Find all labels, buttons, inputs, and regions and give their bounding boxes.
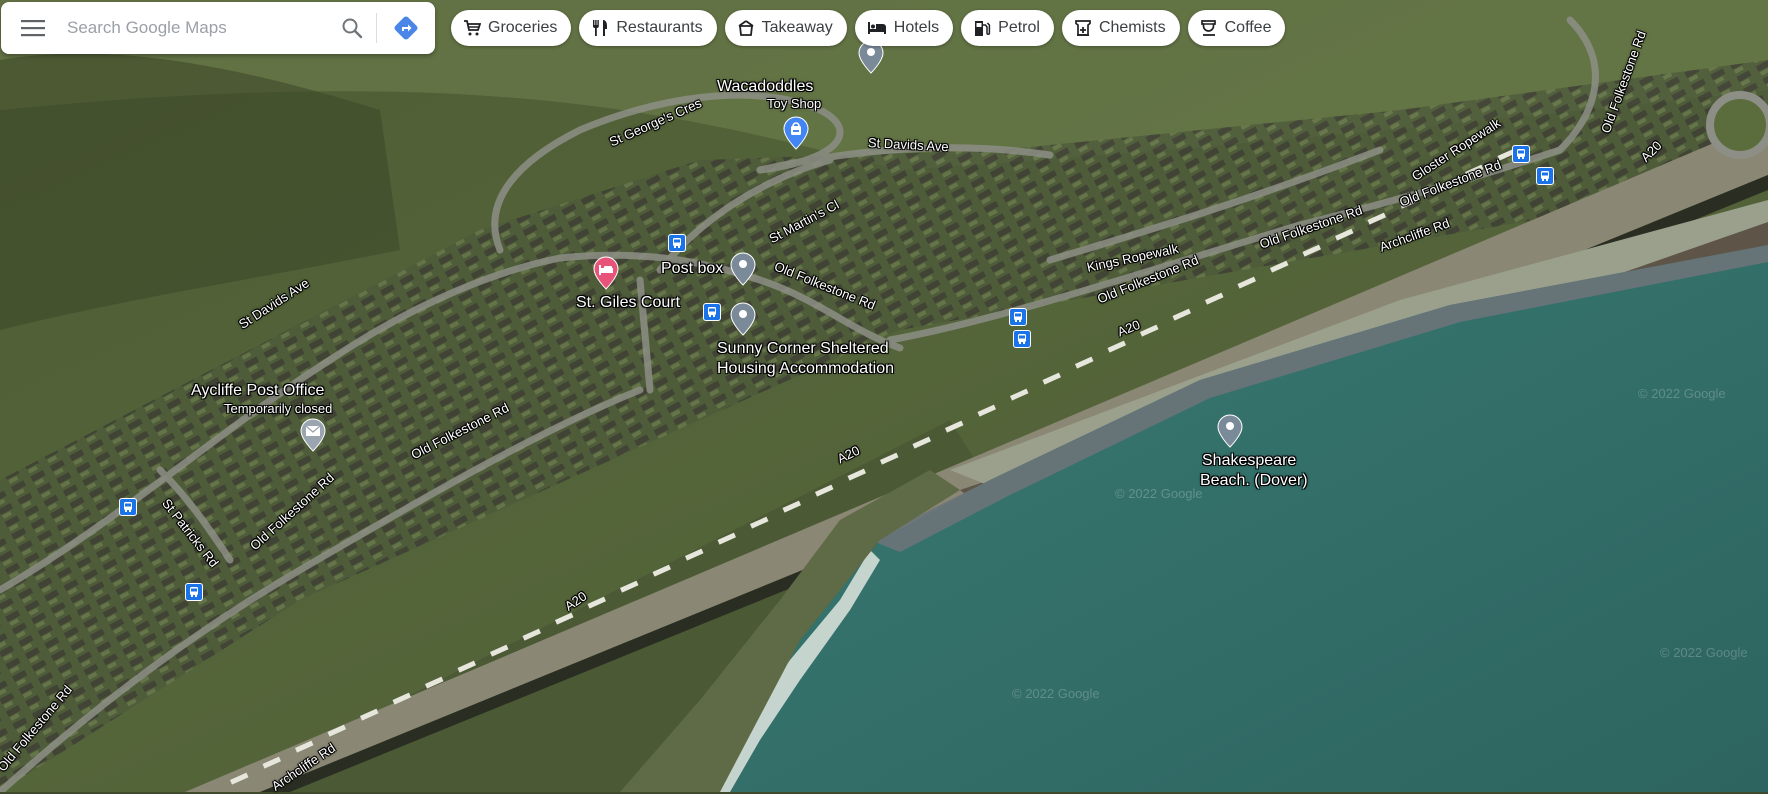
copyright-watermark: © 2022 Google <box>1660 645 1748 660</box>
magnifier-icon <box>342 18 363 39</box>
chip-coffee[interactable]: Coffee <box>1187 10 1286 46</box>
chip-groceries[interactable]: Groceries <box>451 10 572 46</box>
bus-stop-icon[interactable] <box>1013 330 1031 348</box>
place-label-st-giles-court[interactable]: St. Giles Court <box>576 294 680 312</box>
search-button[interactable] <box>328 2 376 54</box>
category-chips: Groceries Restaurants Takeaway Hotels Pe… <box>451 10 1286 46</box>
menu-button[interactable] <box>1 2 65 54</box>
place-label-sunny-corner[interactable]: Sunny Corner Sheltered <box>717 340 889 358</box>
chip-label: Coffee <box>1224 19 1272 36</box>
place-label-sunny-corner-line2[interactable]: Housing Accommodation <box>717 360 894 378</box>
chip-label: Takeaway <box>761 19 833 36</box>
directions-icon <box>394 16 418 40</box>
chip-label: Groceries <box>488 19 558 36</box>
chip-label: Hotels <box>893 19 940 36</box>
place-category-toy-shop: Toy Shop <box>767 96 822 111</box>
bus-stop-icon[interactable] <box>1512 145 1530 163</box>
takeaway-bag-icon <box>738 20 754 36</box>
chip-label: Restaurants <box>616 19 703 36</box>
shopping-cart-icon <box>464 20 481 36</box>
shop-pin-icon[interactable] <box>783 116 809 150</box>
fork-knife-icon <box>593 20 608 36</box>
beach-pin-icon[interactable] <box>1217 414 1243 448</box>
search-box <box>1 2 435 54</box>
bus-stop-icon[interactable] <box>668 234 686 252</box>
chip-label: Petrol <box>998 19 1040 36</box>
chip-takeaway[interactable]: Takeaway <box>724 10 847 46</box>
roundabout <box>1706 91 1768 159</box>
place-label-shakespeare-beach[interactable]: Shakespeare <box>1202 452 1296 470</box>
hamburger-menu-icon <box>21 20 45 37</box>
chip-hotels[interactable]: Hotels <box>854 10 954 46</box>
chip-restaurants[interactable]: Restaurants <box>579 10 717 46</box>
bus-stop-icon[interactable] <box>703 303 721 321</box>
chip-chemists[interactable]: Chemists <box>1061 10 1180 46</box>
fuel-pump-icon <box>975 21 991 36</box>
pharmacy-icon <box>1075 20 1091 36</box>
bed-icon <box>867 22 886 34</box>
copyright-watermark: © 2022 Google <box>1638 386 1726 401</box>
post-box-pin-icon[interactable] <box>730 252 756 286</box>
search-input[interactable] <box>65 7 328 49</box>
bus-stop-icon[interactable] <box>119 498 137 516</box>
hotel-pin-icon[interactable] <box>593 256 619 290</box>
place-label-aycliffe-post-office[interactable]: Aycliffe Post Office <box>191 382 324 400</box>
coffee-cup-icon <box>1200 20 1216 36</box>
place-label-post-box[interactable]: Post box <box>661 260 723 278</box>
housing-pin-icon[interactable] <box>730 302 756 336</box>
place-label-wacadoddles[interactable]: Wacadoddles <box>717 78 813 96</box>
bus-stop-icon[interactable] <box>185 583 203 601</box>
copyright-watermark: © 2022 Google <box>1115 486 1203 501</box>
directions-button[interactable] <box>377 2 435 54</box>
chip-petrol[interactable]: Petrol <box>961 10 1054 46</box>
place-label-shakespeare-beach-line2[interactable]: Beach. (Dover) <box>1200 472 1308 490</box>
post-office-pin-icon[interactable] <box>300 418 326 452</box>
bus-stop-icon[interactable] <box>1536 167 1554 185</box>
bus-stop-icon[interactable] <box>1009 308 1027 326</box>
place-status-temporarily-closed: Temporarily closed <box>224 401 333 416</box>
copyright-watermark: © 2022 Google <box>1012 686 1100 701</box>
chip-label: Chemists <box>1098 19 1166 36</box>
